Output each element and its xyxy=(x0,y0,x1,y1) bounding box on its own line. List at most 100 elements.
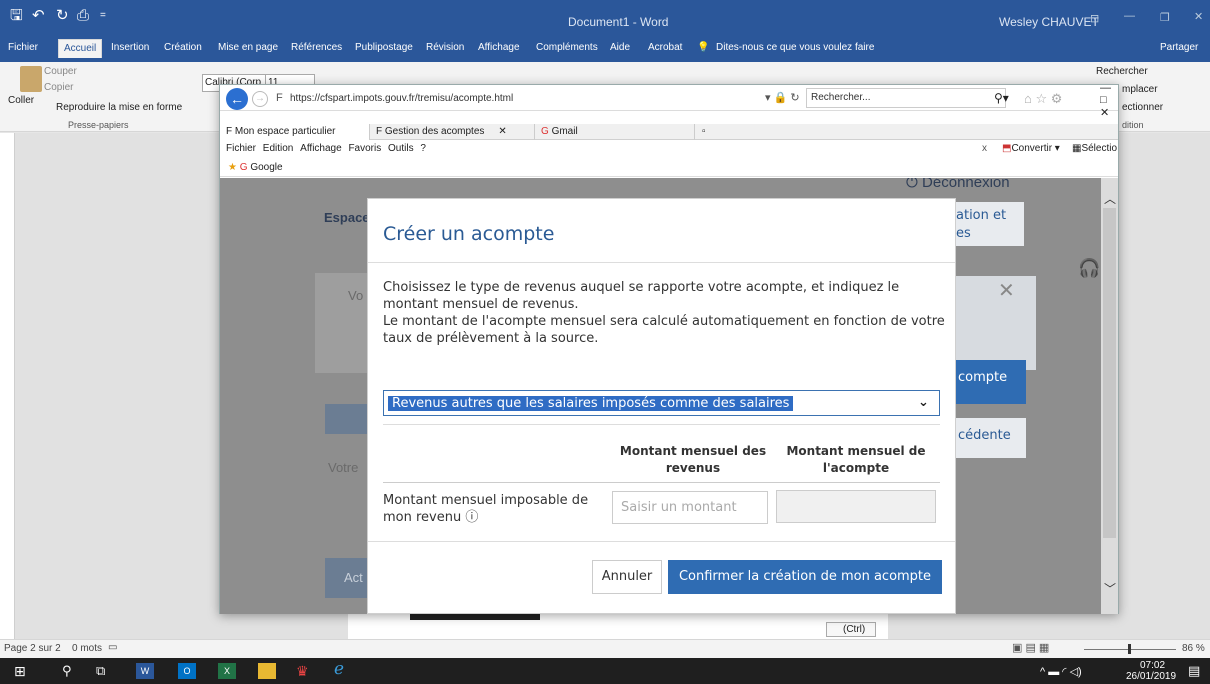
tab-gestion-acomptes[interactable]: F Gestion des acomptes ✕ xyxy=(370,124,535,140)
chevron-down-icon[interactable]: ⌄ xyxy=(918,394,929,410)
app-icon[interactable]: ♛ xyxy=(296,663,314,679)
acompte-amount-field xyxy=(776,490,936,523)
select-tool-button[interactable]: ▦Sélectio xyxy=(1072,141,1117,157)
search-input[interactable]: Rechercher... xyxy=(806,88,1006,108)
system-tray-icons[interactable]: ^ ▬ ◜ ◁) xyxy=(1040,665,1082,678)
minimize-icon[interactable]: — xyxy=(1124,10,1135,22)
refresh-icon[interactable]: ▾ 🔒 ↻ xyxy=(765,91,800,104)
file-explorer-icon[interactable] xyxy=(258,663,276,679)
close-toolbar-icon[interactable]: x xyxy=(982,141,987,157)
word-app-icon[interactable]: W xyxy=(136,663,154,679)
google-icon: G xyxy=(239,162,251,173)
format-painter-button[interactable]: Reproduire la mise en forme xyxy=(56,102,182,113)
headset-icon[interactable]: 🎧 xyxy=(1078,258,1100,278)
revenue-amount-input[interactable]: Saisir un montant xyxy=(612,491,768,524)
tab-revision[interactable]: Révision xyxy=(426,42,464,54)
customize-qa-icon[interactable]: = xyxy=(100,8,106,24)
copy-button[interactable]: Copier xyxy=(44,82,73,93)
paste-options-button[interactable]: (Ctrl) xyxy=(826,622,876,637)
convert-button[interactable]: ⬒Convertir ▾ xyxy=(1002,141,1060,157)
forward-icon[interactable]: → xyxy=(252,91,268,107)
menu-affichage[interactable]: Affichage xyxy=(300,143,342,154)
tab-mise-en-page[interactable]: Mise en page xyxy=(218,42,278,54)
internet-explorer-icon[interactable]: ℯ xyxy=(334,659,352,678)
replace-button[interactable]: mplacer xyxy=(1122,84,1158,95)
maximize-icon[interactable]: ❐ xyxy=(1160,11,1170,24)
ribbon-display-icon[interactable]: ⊡ xyxy=(1090,12,1099,25)
select-button[interactable]: ectionner xyxy=(1122,102,1163,113)
vertical-scrollbar[interactable]: ︿ ﹀ xyxy=(1101,178,1118,614)
menu-edition[interactable]: Edition xyxy=(263,143,294,154)
tab-publipostage[interactable]: Publipostage xyxy=(355,42,413,54)
editing-group-label: dition xyxy=(1122,120,1144,130)
tab-affichage[interactable]: Affichage xyxy=(478,42,520,54)
tab-mon-espace[interactable]: F Mon espace particulier xyxy=(220,124,370,140)
scroll-down-icon[interactable]: ﹀ xyxy=(1104,580,1116,597)
outlook-app-icon[interactable]: O xyxy=(178,663,196,679)
find-button[interactable]: Rechercher xyxy=(1096,66,1148,77)
user-name[interactable]: Wesley CHAUVET xyxy=(999,15,1099,29)
url-field[interactable]: https://cfspart.impots.gouv.fr/tremisu/a… xyxy=(290,93,513,104)
tab-gmail[interactable]: G Gmail xyxy=(535,124,695,140)
close-icon[interactable]: ✕ xyxy=(1194,10,1203,23)
menu-favoris[interactable]: Favoris xyxy=(348,143,381,154)
home-icon[interactable]: ⌂ ☆ ⚙ xyxy=(1024,91,1062,107)
tab-fichier[interactable]: Fichier xyxy=(8,42,38,54)
view-icons[interactable]: ▣ ▤ ▦ xyxy=(1012,641,1049,654)
excel-app-icon[interactable]: X xyxy=(218,663,236,679)
paste-icon[interactable] xyxy=(20,66,42,92)
panel-close-icon[interactable]: ✕ xyxy=(998,278,1015,303)
cancel-button[interactable]: Annuler xyxy=(592,560,662,594)
page-count[interactable]: Page 2 sur 2 xyxy=(4,643,61,654)
word-count[interactable]: 0 mots xyxy=(72,643,102,654)
task-view-icon[interactable]: ⧉ xyxy=(96,663,114,679)
previous-side-button[interactable]: cédente xyxy=(956,418,1026,458)
tab-acrobat[interactable]: Acrobat xyxy=(648,42,682,54)
create-acompte-side-button[interactable]: compte xyxy=(956,360,1026,404)
cut-button[interactable]: Couper xyxy=(44,66,77,77)
search-icon[interactable]: ⚲▾ xyxy=(994,91,1009,105)
help-icon[interactable]: ⓘ xyxy=(465,510,478,525)
undo-icon[interactable]: ↶ xyxy=(32,8,45,24)
favorite-google-link[interactable]: Google xyxy=(250,162,282,173)
tab-accueil[interactable]: Accueil xyxy=(58,39,103,58)
search-icon[interactable]: ⚲ xyxy=(62,663,80,679)
menu-help[interactable]: ? xyxy=(420,143,426,154)
tab-favicon-icon: F xyxy=(226,126,235,137)
side-menu-info[interactable]: ation et es xyxy=(956,202,1024,246)
tab-aide[interactable]: Aide xyxy=(610,42,630,54)
new-tab-icon[interactable]: ▫ xyxy=(696,124,716,140)
scroll-up-icon[interactable]: ︿ xyxy=(1104,190,1116,207)
save-icon[interactable]: 🖫 xyxy=(10,8,23,24)
print-preview-icon[interactable]: ⎙ xyxy=(77,8,89,24)
redo-icon[interactable]: ↻ xyxy=(56,8,69,24)
create-acompte-dialog: Créer un acompte Choisissez le type de r… xyxy=(367,198,956,614)
tab-close-icon[interactable]: ✕ xyxy=(498,126,506,137)
notification-icon[interactable]: ▤ xyxy=(1188,663,1200,679)
windows-start-icon[interactable]: ⊞ xyxy=(14,663,32,679)
tell-me-box[interactable]: Dites-nous ce que vous voulez faire xyxy=(716,42,874,54)
zoom-level[interactable]: 86 % xyxy=(1182,643,1205,654)
tab-creation[interactable]: Création xyxy=(164,42,202,54)
confirm-button[interactable]: Confirmer la création de mon acompte xyxy=(668,560,942,594)
side-panel xyxy=(956,276,1036,370)
paste-button[interactable]: Coller xyxy=(8,95,34,106)
logout-link[interactable]: ⏻ Déconnexion xyxy=(906,178,1010,191)
revenue-type-select[interactable]: Revenus autres que les salaires imposés … xyxy=(383,390,940,416)
revenue-type-value: Revenus autres que les salaires imposés … xyxy=(388,396,794,411)
menu-outils[interactable]: Outils xyxy=(388,143,414,154)
window-controls[interactable]: — □ ✕ xyxy=(1100,82,1118,119)
menu-fichier[interactable]: Fichier xyxy=(226,143,256,154)
zoom-thumb[interactable] xyxy=(1128,644,1131,654)
back-icon[interactable]: ← xyxy=(226,88,248,110)
tab-insertion[interactable]: Insertion xyxy=(111,42,149,54)
tab-references[interactable]: Références xyxy=(291,42,342,54)
proofing-icon[interactable]: ▭ xyxy=(108,642,117,653)
share-button[interactable]: Partager xyxy=(1160,42,1198,54)
clock-date[interactable]: 26/01/2019 xyxy=(1126,671,1176,682)
row-label: Montant mensuel imposable de mon revenu ⓘ xyxy=(383,493,589,525)
tab-complements[interactable]: Compléments xyxy=(536,42,598,54)
favorites-star-icon[interactable]: ★ xyxy=(228,162,237,173)
clock-time[interactable]: 07:02 xyxy=(1140,660,1165,671)
scroll-thumb[interactable] xyxy=(1103,208,1116,538)
